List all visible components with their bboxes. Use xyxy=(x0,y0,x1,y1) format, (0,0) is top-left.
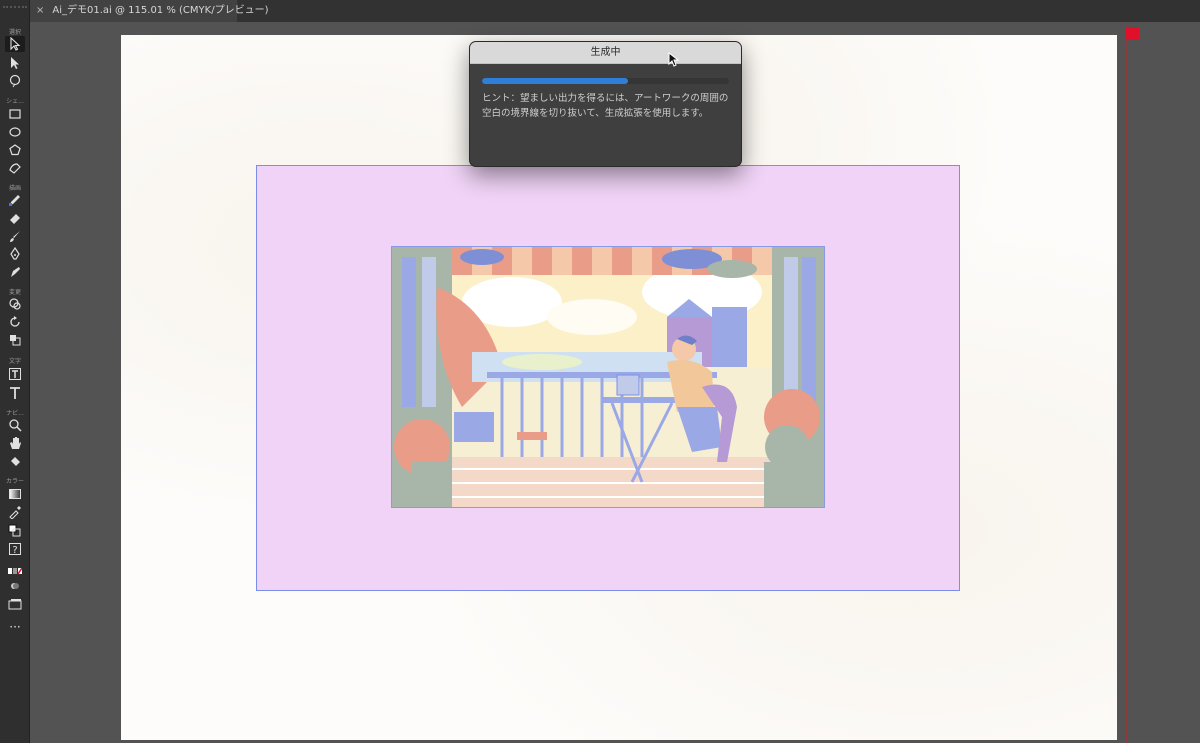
artboard-options-icon[interactable] xyxy=(1126,27,1139,40)
curvature-tool-icon[interactable] xyxy=(5,264,25,280)
eyedropper-tool-icon[interactable] xyxy=(5,504,25,520)
document-tab-title: Ai_デモ01.ai @ 115.01 % (CMYK/プレビュー) xyxy=(52,5,269,16)
eraser-tool-icon[interactable] xyxy=(5,210,25,226)
lasso-tool-icon[interactable] xyxy=(5,73,25,89)
ellipse-tool-icon[interactable] xyxy=(5,124,25,140)
draw-mode-icon[interactable] xyxy=(5,578,25,594)
color-mode-swatches-icon[interactable] xyxy=(5,563,25,579)
pen-tool-icon[interactable] xyxy=(5,246,25,262)
panel-grip-icon[interactable] xyxy=(3,6,27,14)
gradient-tool-icon[interactable] xyxy=(5,486,25,502)
paintbrush-tool-icon[interactable] xyxy=(5,228,25,244)
screen-mode-icon[interactable] xyxy=(5,596,25,612)
tools-panel: 選択 シェ... 描画 変更 文字 ナビ... カラー ? ··· xyxy=(0,0,30,743)
section-label-type: 文字 xyxy=(8,358,21,365)
section-label-draw: 描画 xyxy=(8,185,21,192)
more-tools-icon[interactable]: ··· xyxy=(5,619,25,635)
direct-selection-tool-icon[interactable] xyxy=(5,55,25,71)
polygon-tool-icon[interactable] xyxy=(5,142,25,158)
bleed-guide-left xyxy=(113,26,114,743)
rectangle-tool-icon[interactable] xyxy=(5,106,25,122)
rotate-tool-icon[interactable] xyxy=(5,314,25,330)
generating-dialog: 生成中 ヒント：望ましい出力を得るには、アートワークの周囲の空白の境界線を切り抜… xyxy=(469,41,742,167)
help-question-icon[interactable]: ? xyxy=(5,541,25,557)
pencil-tool-icon[interactable] xyxy=(5,192,25,208)
live-paint-tool-icon[interactable] xyxy=(5,453,25,469)
svg-text:?: ? xyxy=(12,545,17,556)
document-tab[interactable]: × Ai_デモ01.ai @ 115.01 % (CMYK/プレビュー) xyxy=(30,0,268,22)
dialog-title: 生成中 xyxy=(470,42,741,64)
shaper-tool-icon[interactable] xyxy=(5,160,25,176)
document-tab-bar: × Ai_デモ01.ai @ 115.01 % (CMYK/プレビュー) xyxy=(0,0,1200,22)
progress-bar xyxy=(482,78,729,84)
bleed-guide-right xyxy=(1126,26,1127,743)
selection-tool-icon[interactable] xyxy=(5,36,25,52)
section-label-modify: 変更 xyxy=(8,289,21,296)
section-label-navigate: ナビ... xyxy=(6,410,24,417)
hint-text: ヒント：望ましい出力を得るには、アートワークの周囲の空白の境界線を切り抜いて、生… xyxy=(482,93,729,119)
hand-tool-icon[interactable] xyxy=(5,435,25,451)
illustrator-app: × Ai_デモ01.ai @ 115.01 % (CMYK/プレビュー) 選択 シ… xyxy=(0,0,1200,743)
tab-close-icon[interactable]: × xyxy=(36,5,44,16)
scale-tool-icon[interactable] xyxy=(5,332,25,348)
section-label-color: カラー xyxy=(5,478,24,485)
progress-bar-fill xyxy=(482,78,628,84)
section-label-shape: シェ... xyxy=(6,98,24,105)
artwork-image[interactable] xyxy=(391,246,825,508)
mouse-cursor-icon xyxy=(668,52,680,67)
fill-stroke-swap-icon[interactable] xyxy=(5,523,25,539)
shape-builder-tool-icon[interactable] xyxy=(5,296,25,312)
type-tool-icon[interactable] xyxy=(5,385,25,401)
section-label-select: 選択 xyxy=(8,29,21,36)
type-on-path-tool-icon[interactable] xyxy=(5,366,25,382)
zoom-tool-icon[interactable] xyxy=(5,417,25,433)
balcony-illustration xyxy=(392,247,824,507)
